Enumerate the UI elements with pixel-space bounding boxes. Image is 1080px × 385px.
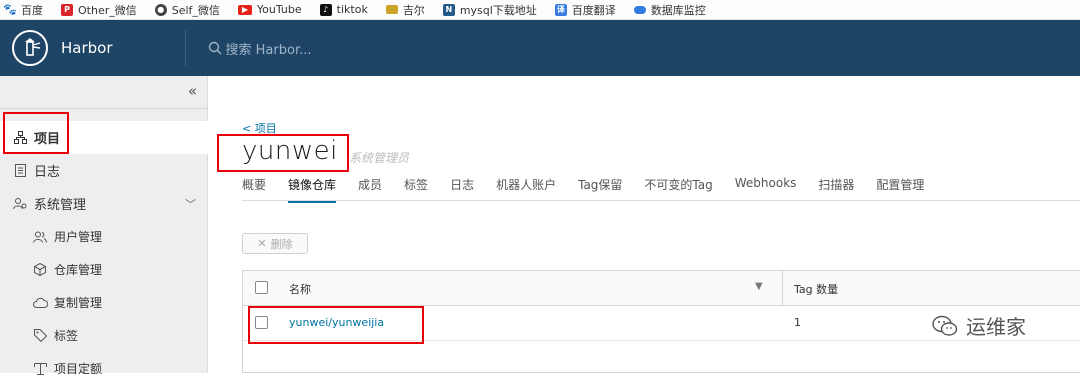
bookmark-self-wechat[interactable]: ● Self_微信 <box>154 2 220 18</box>
projects-icon <box>12 131 28 144</box>
bookmarks-bar: 🐾 百度 P Other_微信 ● Self_微信 ▶ YouTube ♪ ti… <box>0 0 1080 20</box>
tab-labels[interactable]: 标签 <box>404 172 428 200</box>
wechat-icon <box>932 315 958 336</box>
folder-icon <box>385 5 398 14</box>
sidebar-item-projects[interactable]: 项目 <box>0 121 208 154</box>
back-to-projects-link[interactable]: < 项目 <box>242 120 277 136</box>
sidebar-item-user-management[interactable]: 用户管理 <box>0 220 208 253</box>
tab-webhooks[interactable]: Webhooks <box>735 172 797 200</box>
harbor-logo-icon[interactable] <box>12 30 48 66</box>
filter-icon[interactable]: ▼ <box>755 281 763 292</box>
bookmark-baidu[interactable]: 🐾 百度 <box>3 2 43 18</box>
tab-members[interactable]: 成员 <box>358 172 382 200</box>
bookmark-baidu-translate[interactable]: 译 百度翻译 <box>554 2 616 18</box>
sidebar-item-logs[interactable]: 日志 <box>0 154 208 187</box>
sidebar-item-replication-management[interactable]: 复制管理 <box>0 286 208 319</box>
column-name-header[interactable]: 名称 <box>289 281 311 297</box>
tab-tag-retention[interactable]: Tag保留 <box>578 172 622 200</box>
brand-name[interactable]: Harbor <box>61 39 113 57</box>
bookmark-tiktok[interactable]: ♪ tiktok <box>319 3 368 16</box>
search-input[interactable]: 搜索 Harbor... <box>226 39 312 58</box>
tiktok-icon: ♪ <box>319 3 332 16</box>
admin-users-icon <box>12 197 28 210</box>
tag-icon <box>32 329 48 342</box>
role-label: 系统管理员 <box>349 151 410 165</box>
tabs-divider <box>242 200 1080 201</box>
tag-count: 1 <box>794 316 801 329</box>
column-tags-header[interactable]: Tag 数量 <box>794 281 838 297</box>
tab-scanners[interactable]: 扫描器 <box>818 172 854 200</box>
log-list-icon <box>12 164 28 177</box>
tab-immutable-tags[interactable]: 不可变的Tag <box>644 172 712 200</box>
row-checkbox[interactable] <box>255 316 268 329</box>
column-separator <box>782 271 783 305</box>
cube-icon <box>32 263 48 276</box>
watermark-text: 运维家 <box>966 315 1026 339</box>
bookmark-mysql[interactable]: N mysql下载地址 <box>442 2 537 18</box>
select-all-checkbox[interactable] <box>255 281 268 294</box>
delete-button[interactable]: ✕ 删除 <box>242 233 308 254</box>
cloud-sync-icon <box>32 297 48 308</box>
tab-repositories[interactable]: 镜像仓库 <box>288 172 337 203</box>
tab-configuration[interactable]: 配置管理 <box>876 172 924 200</box>
search-icon <box>208 41 222 55</box>
project-tabs: 概要 镜像仓库 成员 标签 日志 机器人账户 Tag保留 不可变的Tag Web… <box>242 172 946 203</box>
bookmark-youtube[interactable]: ▶ YouTube <box>237 3 302 16</box>
chevron-down-icon[interactable]: ﹀ <box>185 196 196 212</box>
tab-robot-accounts[interactable]: 机器人账户 <box>496 172 556 200</box>
sidebar-divider <box>0 108 208 109</box>
close-icon: ✕ <box>257 237 267 250</box>
cloud-icon <box>633 5 646 14</box>
sidebar-item-admin[interactable]: 系统管理 ﹀ <box>0 187 208 220</box>
header-divider <box>184 30 186 66</box>
globe-icon: ● <box>154 3 167 16</box>
watermark: 运维家 <box>932 311 1026 340</box>
double-chevron-left-icon[interactable]: « <box>188 82 197 100</box>
sidebar-item-labels[interactable]: 标签 <box>0 319 208 352</box>
mysql-icon: N <box>442 3 455 16</box>
bookmark-other-wechat[interactable]: P Other_微信 <box>61 2 137 18</box>
translate-icon: 译 <box>554 3 567 16</box>
paw-icon: 🐾 <box>3 3 17 16</box>
project-title: yunwei <box>242 136 338 166</box>
app-header: Harbor 搜索 Harbor... <box>0 20 1080 76</box>
bookmark-db-monitor[interactable]: 数据库监控 <box>633 2 706 18</box>
youtube-icon: ▶ <box>237 4 252 15</box>
sidebar-item-project-quotas[interactable]: 项目定额 <box>0 352 208 385</box>
tab-logs[interactable]: 日志 <box>450 172 474 200</box>
tab-summary[interactable]: 概要 <box>242 172 266 200</box>
table-header: 名称 ▼ Tag 数量 <box>243 271 1080 306</box>
bookmark-jier[interactable]: 吉尔 <box>385 2 425 18</box>
search-box[interactable]: 搜索 Harbor... <box>208 39 312 58</box>
repository-name-link[interactable]: yunwei/yunweijia <box>289 316 384 329</box>
p-logo-icon: P <box>61 3 73 16</box>
users-icon <box>32 231 48 243</box>
sidebar: « 项目 日志 系统管理 ﹀ 用户管理 仓库管理 复制管理 标签 项目定额 <box>0 76 208 376</box>
sidebar-item-registry-management[interactable]: 仓库管理 <box>0 253 208 286</box>
